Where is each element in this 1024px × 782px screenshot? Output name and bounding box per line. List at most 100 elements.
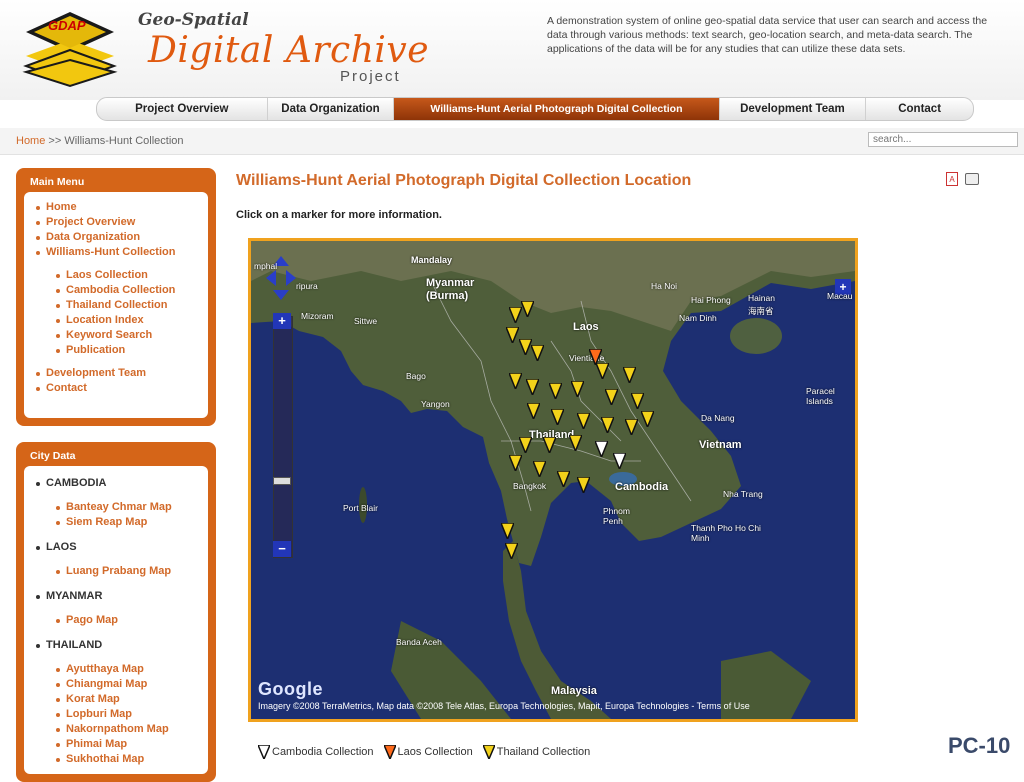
thailand-collection-marker[interactable] bbox=[605, 389, 618, 405]
city-group-cambodia: CAMBODIA Banteay Chmar Map Siem Reap Map bbox=[36, 476, 172, 530]
map-link-chiangmai[interactable]: Chiangmai Map bbox=[36, 677, 172, 692]
title-geo-spatial: Geo-Spatial bbox=[138, 10, 249, 30]
cambodia-collection-marker[interactable] bbox=[595, 441, 608, 457]
map-zoom-slider[interactable] bbox=[273, 316, 293, 558]
map-link-banteay-chmar[interactable]: Banteay Chmar Map bbox=[36, 500, 172, 515]
menu-subitem-cambodia-collection[interactable]: Cambodia Collection bbox=[36, 283, 175, 298]
map-instructions: Click on a marker for more information. bbox=[236, 209, 442, 221]
collection-map[interactable]: + − + Mandalay Myanmar (Burma) mphal rip… bbox=[248, 238, 858, 722]
map-label-hainan-cn: 海南省 bbox=[748, 306, 774, 316]
nav-williams-hunt[interactable]: Williams-Hunt Aerial Photograph Digital … bbox=[394, 98, 720, 120]
thailand-collection-marker[interactable] bbox=[569, 435, 582, 451]
thailand-collection-marker[interactable] bbox=[506, 327, 519, 343]
nav-data-organization[interactable]: Data Organization bbox=[268, 98, 395, 120]
map-link-pago[interactable]: Pago Map bbox=[36, 613, 172, 628]
nav-contact[interactable]: Contact bbox=[866, 98, 973, 120]
breadcrumb-separator: >> bbox=[48, 135, 62, 147]
map-link-sukhothai[interactable]: Sukhothai Map bbox=[36, 752, 172, 767]
menu-item-home[interactable]: Home bbox=[36, 200, 175, 215]
thailand-collection-marker[interactable] bbox=[505, 543, 518, 559]
gdap-logo[interactable]: GDAP bbox=[22, 10, 118, 88]
thailand-collection-marker[interactable] bbox=[519, 437, 532, 453]
nav-project-overview[interactable]: Project Overview bbox=[97, 98, 268, 120]
map-link-luang-prabang[interactable]: Luang Prabang Map bbox=[36, 564, 172, 579]
menu-subitem-thailand-collection[interactable]: Thailand Collection bbox=[36, 298, 175, 313]
breadcrumb-home[interactable]: Home bbox=[16, 135, 45, 147]
legend-thailand: Thailand Collection bbox=[482, 745, 591, 759]
menu-subitem-keyword-search[interactable]: Keyword Search bbox=[36, 328, 175, 343]
thailand-collection-marker[interactable] bbox=[625, 419, 638, 435]
map-link-nakornpathom[interactable]: Nakornpathom Map bbox=[36, 722, 172, 737]
cambodia-collection-marker[interactable] bbox=[613, 453, 626, 469]
map-label-laos: Laos bbox=[573, 321, 599, 333]
map-link-korat[interactable]: Korat Map bbox=[36, 692, 172, 707]
thailand-collection-marker[interactable] bbox=[531, 345, 544, 361]
main-menu-title: Main Menu bbox=[30, 176, 85, 188]
thailand-collection-marker[interactable] bbox=[543, 437, 556, 453]
search-input[interactable] bbox=[868, 132, 1018, 147]
city-data-title: City Data bbox=[30, 450, 76, 462]
thailand-collection-marker[interactable] bbox=[557, 471, 570, 487]
thailand-collection-marker[interactable] bbox=[521, 301, 534, 317]
thailand-collection-marker[interactable] bbox=[596, 363, 609, 379]
map-link-siem-reap[interactable]: Siem Reap Map bbox=[36, 515, 172, 530]
nav-development-team[interactable]: Development Team bbox=[720, 98, 867, 120]
thailand-collection-marker[interactable] bbox=[526, 379, 539, 395]
menu-item-data-organization[interactable]: Data Organization bbox=[36, 230, 175, 245]
breadcrumb: Home >> Williams-Hunt Collection bbox=[16, 135, 184, 147]
thailand-collection-marker[interactable] bbox=[551, 409, 564, 425]
thailand-collection-marker[interactable] bbox=[571, 381, 584, 397]
map-label-bago: Bago bbox=[406, 371, 426, 381]
thailand-collection-marker[interactable] bbox=[527, 403, 540, 419]
country-thailand: THAILAND bbox=[36, 638, 172, 653]
map-label-myanmar: Myanmar bbox=[426, 277, 475, 289]
menu-subitem-laos-collection[interactable]: Laos Collection bbox=[36, 268, 175, 283]
map-label-hanoi: Ha Noi bbox=[651, 281, 677, 291]
thailand-collection-marker[interactable] bbox=[641, 411, 654, 427]
thailand-collection-marker[interactable] bbox=[577, 413, 590, 429]
thailand-collection-marker[interactable] bbox=[623, 367, 636, 383]
thailand-collection-marker[interactable] bbox=[549, 383, 562, 399]
page-title: Williams-Hunt Aerial Photograph Digital … bbox=[236, 172, 692, 189]
pdf-icon[interactable]: A bbox=[946, 172, 958, 186]
laos-marker-icon bbox=[383, 745, 396, 759]
map-label-portblair: Port Blair bbox=[343, 503, 378, 513]
menu-subitem-publication[interactable]: Publication bbox=[36, 343, 175, 358]
zoom-out-button[interactable]: − bbox=[273, 541, 291, 557]
city-group-laos: LAOS Luang Prabang Map bbox=[36, 540, 172, 579]
thailand-marker-icon bbox=[482, 745, 495, 759]
country-myanmar: MYANMAR bbox=[36, 589, 172, 604]
thailand-collection-marker[interactable] bbox=[509, 455, 522, 471]
menu-item-contact[interactable]: Contact bbox=[36, 381, 175, 396]
city-group-thailand: THAILAND Ayutthaya Map Chiangmai Map Kor… bbox=[36, 638, 172, 767]
thailand-collection-marker[interactable] bbox=[577, 477, 590, 493]
thailand-collection-marker[interactable] bbox=[533, 461, 546, 477]
map-label-malaysia: Malaysia bbox=[551, 685, 597, 697]
legend-label-cambodia: Cambodia Collection bbox=[272, 746, 374, 758]
map-link-ayutthaya[interactable]: Ayutthaya Map bbox=[36, 662, 172, 677]
print-icon[interactable] bbox=[965, 173, 979, 185]
thailand-collection-marker[interactable] bbox=[509, 373, 522, 389]
menu-item-williams-hunt-collection[interactable]: Williams-Hunt Collection bbox=[36, 245, 175, 260]
map-link-phimai[interactable]: Phimai Map bbox=[36, 737, 172, 752]
map-label-burma: (Burma) bbox=[426, 290, 469, 302]
google-logo: Google bbox=[258, 679, 323, 699]
legend-label-laos: Laos Collection bbox=[397, 746, 473, 758]
map-label-hainan: Hainan bbox=[748, 293, 775, 303]
map-link-lopburi[interactable]: Lopburi Map bbox=[36, 707, 172, 722]
map-label-hcmc: Thanh Pho Ho Chi Minh bbox=[691, 523, 761, 543]
city-data-body: CAMBODIA Banteay Chmar Map Siem Reap Map… bbox=[24, 466, 208, 774]
map-label-yangon: Yangon bbox=[421, 399, 450, 409]
main-nav: Project Overview Data Organization Willi… bbox=[96, 97, 974, 121]
legend-label-thailand: Thailand Collection bbox=[496, 746, 591, 758]
menu-item-development-team[interactable]: Development Team bbox=[36, 366, 175, 381]
breadcrumb-current: Williams-Hunt Collection bbox=[64, 135, 184, 147]
logo-text: GDAP bbox=[48, 18, 86, 33]
thailand-collection-marker[interactable] bbox=[501, 523, 514, 539]
thailand-collection-marker[interactable] bbox=[601, 417, 614, 433]
menu-item-project-overview[interactable]: Project Overview bbox=[36, 215, 175, 230]
zoom-in-button[interactable]: + bbox=[273, 313, 291, 329]
menu-subitem-location-index[interactable]: Location Index bbox=[36, 313, 175, 328]
thailand-collection-marker[interactable] bbox=[631, 393, 644, 409]
zoom-slider-handle[interactable] bbox=[273, 477, 291, 485]
